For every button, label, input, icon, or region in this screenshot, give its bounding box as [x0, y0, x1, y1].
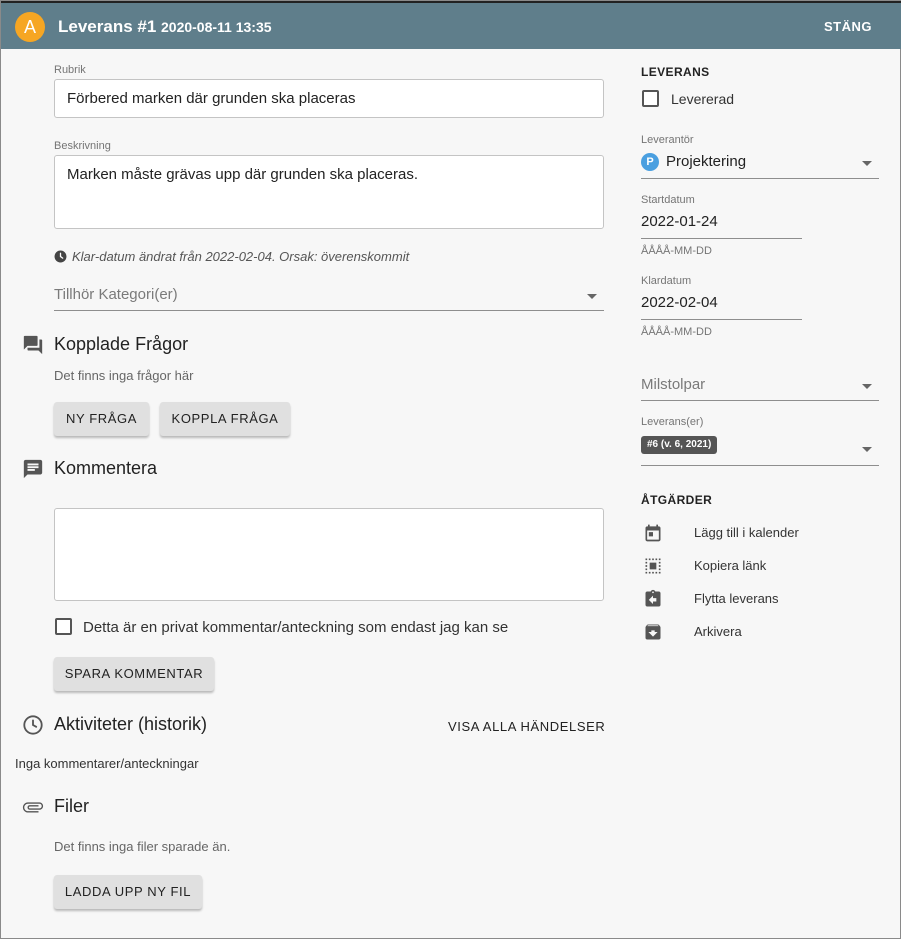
category-select[interactable]: Tillhör Kategori(er) — [54, 286, 604, 311]
activities-empty-text: Inga kommentarer/anteckningar — [15, 756, 199, 771]
chevron-down-icon — [862, 447, 872, 452]
history-clock-icon — [23, 715, 43, 735]
delivery-dialog: A Leverans #1 2020-08-11 13:35 STÄNG Rub… — [0, 0, 901, 939]
files-title: Filer — [54, 796, 89, 816]
action-label: Lägg till i kalender — [694, 525, 799, 540]
dialog-datetime: 2020-08-11 13:35 — [161, 19, 272, 35]
move-delivery-action[interactable]: Flytta leverans — [641, 585, 881, 613]
questions-icon — [23, 335, 43, 355]
milestone-select[interactable]: Milstolpar — [641, 376, 879, 401]
supplier-select[interactable]: P Projektering — [641, 151, 879, 179]
save-comment-button[interactable]: SPARA KOMMENTAR — [54, 657, 214, 691]
delivery-chip[interactable]: #6 (v. 6, 2021) — [641, 436, 718, 454]
end-date-input[interactable]: 2022-02-04 — [641, 294, 802, 320]
activities-title: Aktiviteter (historik) — [54, 714, 208, 734]
date-change-note: Klar-datum ändrat från 2022-02-04. Orsak… — [54, 249, 409, 264]
move-icon — [645, 589, 661, 607]
clock-icon — [54, 250, 67, 263]
questions-title: Kopplade Frågor — [54, 334, 189, 354]
calendar-icon — [645, 524, 661, 542]
rubrik-input[interactable]: Förbered marken där grunden ska placeras — [54, 79, 604, 118]
start-date-hint: ÅÅÅÅ-MM-DD — [641, 245, 712, 257]
chevron-down-icon — [862, 161, 872, 166]
private-comment-label: Detta är en privat kommentar/anteckning … — [83, 619, 509, 636]
action-label: Flytta leverans — [694, 591, 779, 606]
comment-textarea[interactable] — [54, 508, 604, 601]
start-date-value: 2022-01-24 — [641, 213, 718, 230]
archive-icon — [645, 624, 661, 640]
chevron-down-icon — [862, 384, 872, 389]
private-comment-checkbox[interactable] — [55, 618, 72, 635]
attachment-icon — [22, 802, 44, 813]
end-date-value: 2022-02-04 — [641, 294, 718, 311]
avatar: A — [15, 12, 45, 42]
beskrivning-label: Beskrivning — [54, 140, 111, 152]
actions-heading: ÅTGÄRDER — [641, 493, 713, 507]
date-change-text: Klar-datum ändrat från 2022-02-04. Orsak… — [72, 249, 410, 264]
deliveries-select[interactable]: #6 (v. 6, 2021) — [641, 434, 879, 466]
add-to-calendar-action[interactable]: Lägg till i kalender — [641, 519, 881, 547]
action-label: Arkivera — [694, 624, 742, 639]
dialog-header: A Leverans #1 2020-08-11 13:35 STÄNG — [1, 1, 901, 49]
milestone-placeholder: Milstolpar — [641, 376, 706, 393]
category-placeholder: Tillhör Kategori(er) — [54, 286, 178, 303]
link-question-button[interactable]: KOPPLA FRÅGA — [160, 402, 290, 436]
start-date-label: Startdatum — [641, 194, 695, 206]
close-button[interactable]: STÄNG — [824, 19, 872, 34]
chevron-down-icon — [587, 294, 597, 299]
deliveries-label: Leverans(er) — [641, 416, 704, 428]
end-date-label: Klardatum — [641, 275, 692, 287]
new-question-button[interactable]: NY FRÅGA — [54, 402, 149, 436]
rubrik-label: Rubrik — [54, 64, 86, 76]
supplier-label: Leverantör — [641, 134, 694, 146]
beskrivning-textarea[interactable]: Marken måste grävas upp där grunden ska … — [54, 155, 604, 229]
archive-action[interactable]: Arkivera — [641, 618, 881, 646]
delivery-heading: LEVERANS — [641, 65, 710, 79]
start-date-input[interactable]: 2022-01-24 — [641, 213, 802, 239]
end-date-hint: ÅÅÅÅ-MM-DD — [641, 326, 712, 338]
upload-file-button[interactable]: LADDA UPP NY FIL — [54, 875, 202, 909]
show-all-events-button[interactable]: VISA ALLA HÄNDELSER — [448, 719, 605, 734]
questions-empty-text: Det finns inga frågor här — [54, 368, 194, 383]
dialog-title: Leverans #1 — [58, 17, 157, 36]
comment-icon — [23, 459, 43, 479]
supplier-value: Projektering — [666, 153, 747, 170]
files-empty-text: Det finns inga filer sparade än. — [54, 839, 231, 854]
copy-link-icon — [645, 558, 661, 574]
action-label: Kopiera länk — [694, 558, 767, 573]
supplier-badge: P — [641, 153, 659, 171]
copy-link-action[interactable]: Kopiera länk — [641, 552, 881, 580]
delivered-label: Levererad — [671, 91, 735, 107]
comment-title: Kommentera — [54, 458, 158, 478]
delivered-checkbox[interactable] — [642, 90, 659, 107]
